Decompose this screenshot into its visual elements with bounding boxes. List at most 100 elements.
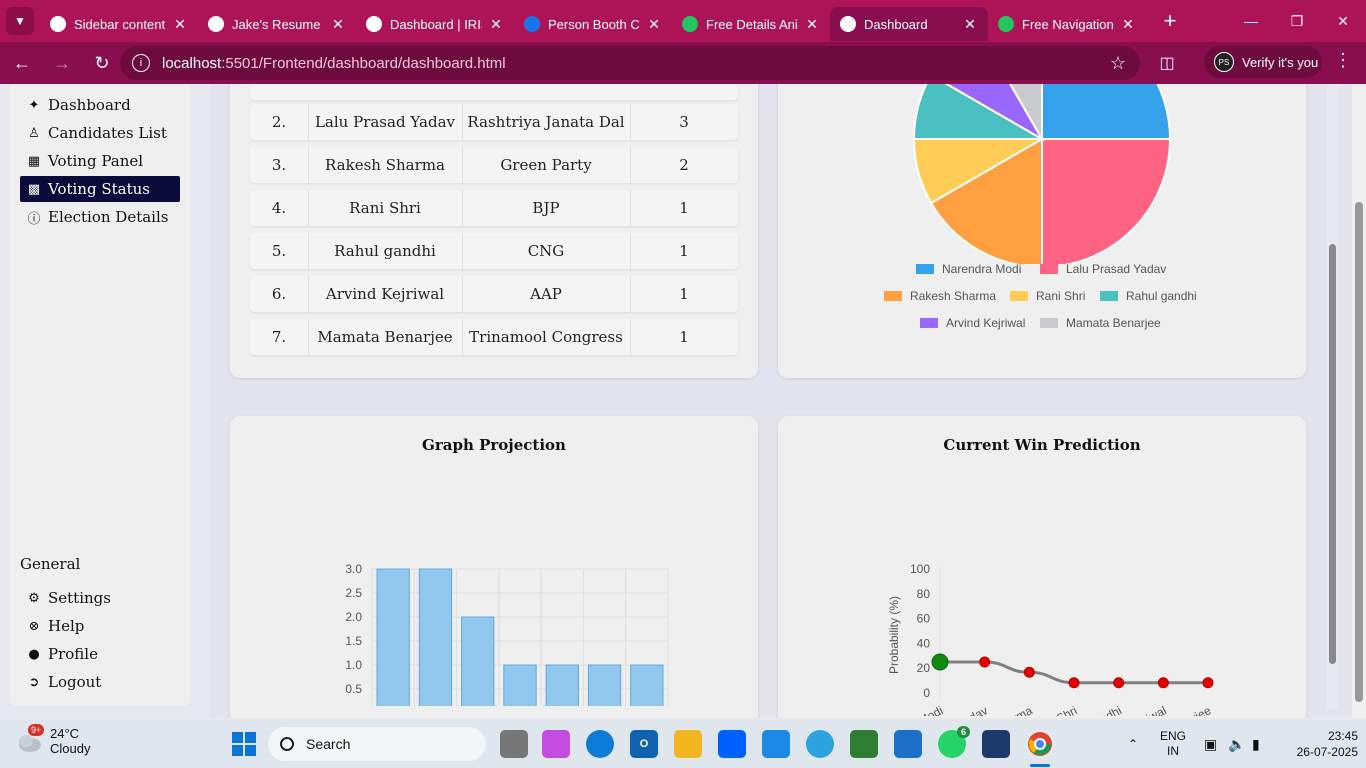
bar[interactable] <box>376 568 410 706</box>
extensions-button[interactable]: ◫ <box>1154 50 1180 76</box>
edge-icon[interactable] <box>586 730 614 758</box>
verify-profile-button[interactable]: PS Verify it's you <box>1204 46 1322 78</box>
content-scrollbar[interactable] <box>1327 84 1339 710</box>
vote-share-pie-chart <box>912 84 1172 264</box>
pie-legend-item[interactable]: Narendra Modi <box>916 262 1021 276</box>
page-scroll-thumb[interactable] <box>1355 202 1363 702</box>
sidebar-item-election-details[interactable]: ⓘ Election Details <box>20 204 180 230</box>
pie-legend-item[interactable]: Rani Shri <box>1010 289 1085 303</box>
leader-point[interactable] <box>931 653 949 671</box>
line-y-tick-label: 40 <box>917 636 931 650</box>
copilot-icon[interactable] <box>542 730 570 758</box>
task-view-icon[interactable] <box>500 730 528 758</box>
whatsapp-icon[interactable]: 6 <box>938 726 970 758</box>
sidebar-item-dashboard[interactable]: ✦ Dashboard <box>20 92 180 118</box>
tray-chevron-up-icon[interactable]: ⌃ <box>1128 720 1138 768</box>
graph-projection-bar-chart: 00.51.01.52.02.53.0Narendra ModiLalu Pra… <box>345 562 669 706</box>
legend-swatch <box>1040 264 1058 274</box>
logout-icon: ➲ <box>28 674 40 690</box>
sidebar-item-settings[interactable]: ⚙ Settings <box>20 585 180 611</box>
pie-legend-item[interactable]: Mamata Benarjee <box>1040 316 1161 330</box>
line-point[interactable] <box>1113 677 1125 689</box>
dropbox-icon[interactable] <box>718 730 746 758</box>
browser-tab[interactable]: Free Details Anir ✕ <box>672 7 830 41</box>
rank-cell: 7. <box>271 328 287 346</box>
back-button[interactable]: ← <box>4 45 40 81</box>
bar[interactable] <box>503 664 537 706</box>
bookmark-star-icon[interactable]: ☆ <box>1110 53 1126 74</box>
line-point[interactable] <box>1068 677 1080 689</box>
vscode-icon[interactable] <box>894 730 922 758</box>
browser-tab[interactable]: Dashboard | IRIS ✕ <box>356 7 514 41</box>
bar[interactable] <box>418 568 453 706</box>
sidebar-item-voting-panel[interactable]: ▦ Voting Panel <box>20 148 180 174</box>
browser-tab[interactable]: Person Booth Cl ✕ <box>514 7 672 41</box>
tab-search-button[interactable]: ▼ <box>6 7 34 35</box>
chrome-icon[interactable] <box>1026 730 1054 758</box>
forward-button[interactable]: → <box>44 45 80 81</box>
outlook-icon[interactable]: O <box>630 730 658 758</box>
site-info-icon[interactable]: i <box>132 54 150 72</box>
line-point[interactable] <box>1157 677 1169 689</box>
volume-icon[interactable]: 🔈 <box>1228 720 1245 768</box>
sidebar-item-profile[interactable]: ● Profile <box>20 641 180 667</box>
tab-close-icon[interactable]: ✕ <box>488 16 504 33</box>
pie-legend-item[interactable]: Arvind Kejriwal <box>920 316 1025 330</box>
pie-legend-item[interactable]: Lalu Prasad Yadav <box>1040 262 1166 276</box>
line-x-tick-label: Narendra Modi <box>869 703 946 716</box>
tab-close-icon[interactable]: ✕ <box>1120 16 1136 33</box>
maximize-button[interactable]: ❐ <box>1274 0 1320 42</box>
close-window-button[interactable]: ✕ <box>1320 0 1366 42</box>
bar[interactable] <box>630 664 664 706</box>
bar[interactable] <box>545 664 579 706</box>
bar[interactable] <box>587 664 622 706</box>
votes-cell: 2 <box>679 156 689 174</box>
grammarly-icon[interactable] <box>850 730 878 758</box>
pie-legend-item[interactable]: Rahul gandhi <box>1100 289 1197 303</box>
tab-close-icon[interactable]: ✕ <box>172 16 188 33</box>
line-point[interactable] <box>1202 677 1214 689</box>
browser-menu-button[interactable]: ⋮ <box>1332 50 1354 76</box>
pie-slice[interactable] <box>1041 138 1172 264</box>
pie-legend-item[interactable]: Rakesh Sharma <box>884 289 996 303</box>
sidebar-item-candidates-list[interactable]: ♙ Candidates List <box>20 120 180 146</box>
votes-cell: 1 <box>679 199 689 217</box>
tab-close-icon[interactable]: ✕ <box>962 16 978 33</box>
page-scrollbar[interactable] <box>1352 84 1366 718</box>
tab-close-icon[interactable]: ✕ <box>804 16 820 33</box>
battery-icon[interactable]: ▮ <box>1252 720 1260 768</box>
network-icon[interactable]: ▣ <box>1204 720 1217 768</box>
candidate-cell: Rahul gandhi <box>334 242 436 260</box>
browser-tab[interactable]: Jake's Resume - ✕ <box>198 7 356 41</box>
reload-button[interactable]: ↻ <box>84 45 120 81</box>
bar[interactable] <box>461 616 495 706</box>
browser-tab[interactable]: Dashboard ✕ <box>830 7 988 41</box>
minimize-button[interactable]: — <box>1228 0 1274 42</box>
line-point[interactable] <box>979 656 991 668</box>
line-point[interactable] <box>1023 666 1035 678</box>
taskbar-search[interactable]: Search <box>268 727 486 761</box>
start-button[interactable] <box>232 732 256 756</box>
pie-slice[interactable] <box>1041 84 1172 140</box>
sidebar-item-voting-status[interactable]: ▩ Voting Status <box>20 176 180 202</box>
telegram-icon[interactable] <box>806 730 834 758</box>
tab-close-icon[interactable]: ✕ <box>646 16 662 33</box>
legend-label: Rani Shri <box>1036 289 1086 303</box>
content-scroll-thumb[interactable] <box>1329 244 1336 664</box>
line-y-axis-label: Probability (%) <box>887 596 901 674</box>
weather-widget[interactable]: 9+ 24°C Cloudy <box>14 724 90 756</box>
tab-close-icon[interactable]: ✕ <box>330 16 346 33</box>
file-explorer-icon[interactable] <box>674 730 702 758</box>
search-label: Search <box>306 736 351 752</box>
sidebar-item-help[interactable]: ⊗ Help <box>20 613 180 639</box>
sql-app-icon[interactable] <box>982 730 1010 758</box>
language-indicator[interactable]: ENG IN <box>1160 720 1186 768</box>
mylip-app-icon[interactable] <box>762 730 790 758</box>
url-bar[interactable]: i localhost:5501/Frontend/dashboard/dash… <box>120 46 1140 80</box>
browser-tab[interactable]: Free Navigation ✕ <box>988 7 1146 41</box>
sidebar-item-logout[interactable]: ➲ Logout <box>20 669 180 695</box>
browser-tab[interactable]: Sidebar content ✕ <box>40 7 198 41</box>
sidebar-item-label: Logout <box>48 673 102 691</box>
new-tab-button[interactable]: + <box>1158 8 1182 34</box>
clock[interactable]: 23:45 26-07-2025 <box>1296 728 1358 760</box>
